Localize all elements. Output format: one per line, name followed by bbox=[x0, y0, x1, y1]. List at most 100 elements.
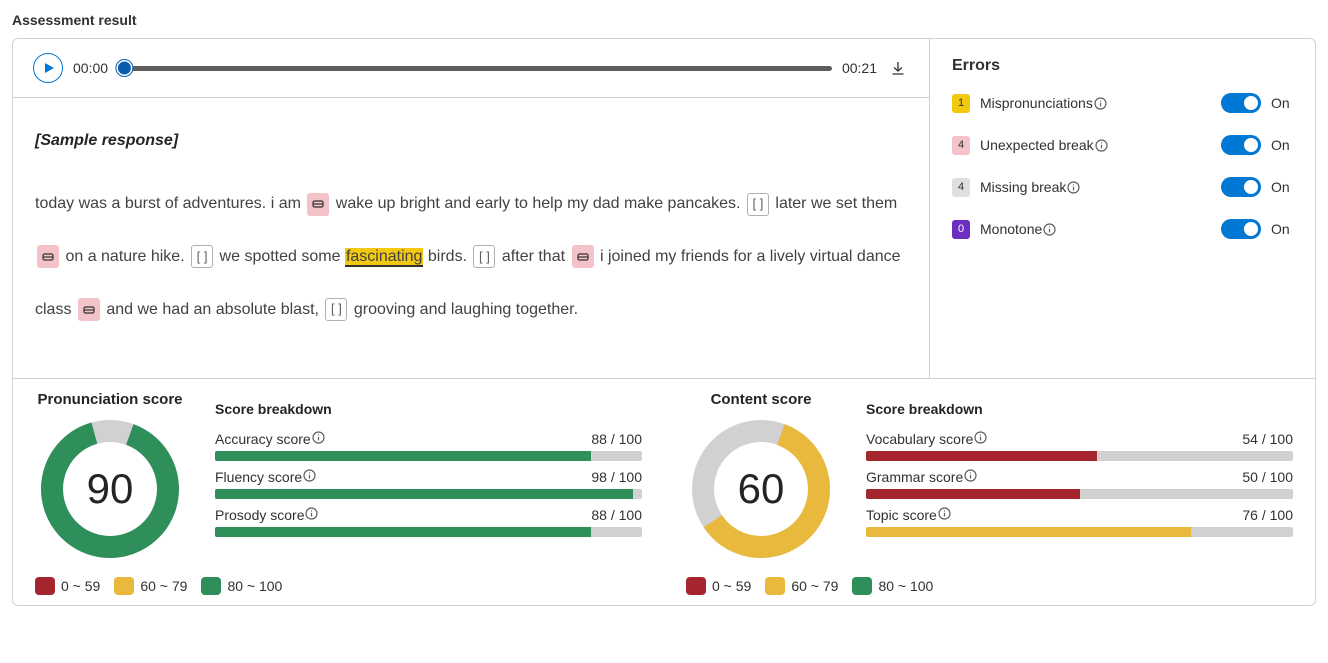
legend-swatch bbox=[852, 577, 872, 595]
bar-fill bbox=[215, 451, 591, 461]
info-icon[interactable] bbox=[1067, 181, 1080, 194]
break-icon bbox=[42, 251, 54, 263]
error-count-badge: 4 bbox=[952, 136, 970, 155]
info-icon[interactable] bbox=[305, 507, 318, 520]
legend-label: 60 ~ 79 bbox=[791, 578, 838, 594]
bar-track bbox=[866, 527, 1293, 537]
bar-fill bbox=[866, 489, 1080, 499]
info-icon[interactable] bbox=[974, 431, 987, 444]
info-icon[interactable] bbox=[312, 431, 325, 444]
bar-label: Vocabulary score bbox=[866, 431, 987, 447]
unexpected-break-marker[interactable] bbox=[78, 298, 100, 321]
play-button[interactable] bbox=[33, 53, 63, 83]
missing-break-marker[interactable]: [ ] bbox=[473, 245, 495, 268]
error-toggle[interactable] bbox=[1221, 219, 1261, 239]
donut-score-value: 90 bbox=[87, 465, 134, 512]
response-header: [Sample response] bbox=[35, 122, 907, 160]
legend-swatch bbox=[686, 577, 706, 595]
legend-label: 0 ~ 59 bbox=[712, 578, 751, 594]
bar-fill bbox=[215, 527, 591, 537]
error-label: Unexpected break bbox=[980, 137, 1094, 153]
error-toggle[interactable] bbox=[1221, 135, 1261, 155]
download-button[interactable] bbox=[887, 57, 909, 79]
toggle-state-label: On bbox=[1271, 221, 1293, 237]
audio-slider-thumb[interactable] bbox=[116, 60, 132, 76]
bar-fill bbox=[866, 527, 1191, 537]
error-count-badge: 0 bbox=[952, 220, 970, 239]
missing-break-marker[interactable]: [ ] bbox=[191, 245, 213, 268]
score-bar-row: Vocabulary score 54 / 100 bbox=[866, 431, 1293, 461]
play-icon bbox=[43, 62, 55, 74]
mispronounced-word[interactable]: fascinating bbox=[345, 248, 424, 267]
donut-score-value: 60 bbox=[738, 465, 785, 512]
bar-value: 54 / 100 bbox=[1242, 431, 1293, 447]
audio-current-time: 00:00 bbox=[73, 60, 108, 76]
response-area: [Sample response] today was a burst of a… bbox=[13, 98, 929, 378]
main-panel: 00:00 00:21 [Sample response] today was … bbox=[12, 38, 1316, 606]
bar-fill bbox=[215, 489, 633, 499]
legend-item: 0 ~ 59 bbox=[35, 577, 100, 595]
bar-value: 76 / 100 bbox=[1242, 507, 1293, 523]
break-icon bbox=[83, 304, 95, 316]
unexpected-break-marker[interactable] bbox=[572, 245, 594, 268]
error-row: 0 Monotone On bbox=[952, 219, 1293, 239]
score-bar-row: Fluency score 98 / 100 bbox=[215, 469, 642, 499]
info-icon[interactable] bbox=[1095, 139, 1108, 152]
bar-track bbox=[866, 451, 1293, 461]
legend-item: 60 ~ 79 bbox=[765, 577, 838, 595]
score-title: Pronunciation score bbox=[35, 391, 185, 408]
toggle-state-label: On bbox=[1271, 95, 1293, 111]
legend-item: 0 ~ 59 bbox=[686, 577, 751, 595]
audio-total-time: 00:21 bbox=[842, 60, 877, 76]
error-row: 1 Mispronunciations On bbox=[952, 93, 1293, 113]
error-row: 4Missing breakOn bbox=[952, 177, 1293, 197]
break-icon bbox=[577, 251, 589, 263]
legend-item: 60 ~ 79 bbox=[114, 577, 187, 595]
scores-section: Pronunciation score 90 Score breakdown Accu… bbox=[13, 378, 1315, 605]
toggle-state-label: On bbox=[1271, 137, 1293, 153]
error-row: 4 Unexpected break On bbox=[952, 135, 1293, 155]
bar-track bbox=[215, 527, 642, 537]
error-count-badge: 4 bbox=[952, 178, 970, 197]
error-toggle[interactable] bbox=[1221, 93, 1261, 113]
info-icon[interactable] bbox=[1094, 97, 1107, 110]
bar-value: 88 / 100 bbox=[591, 431, 642, 447]
legend-item: 80 ~ 100 bbox=[201, 577, 282, 595]
bar-label: Prosody score bbox=[215, 507, 318, 523]
score-bar-row: Prosody score 88 / 100 bbox=[215, 507, 642, 537]
error-toggle[interactable] bbox=[1221, 177, 1261, 197]
bar-track bbox=[866, 489, 1293, 499]
bar-label: Fluency score bbox=[215, 469, 316, 485]
bar-track bbox=[215, 489, 642, 499]
response-text: today was a burst of adventures. i am wa… bbox=[35, 178, 907, 336]
error-count-badge: 1 bbox=[952, 94, 970, 113]
legend-label: 80 ~ 100 bbox=[227, 578, 282, 594]
missing-break-marker[interactable]: [ ] bbox=[747, 193, 769, 216]
info-icon[interactable] bbox=[1043, 223, 1056, 236]
toggle-state-label: On bbox=[1271, 179, 1293, 195]
donut-chart: 90 bbox=[35, 414, 185, 564]
unexpected-break-marker[interactable] bbox=[37, 245, 59, 268]
score-bar-row: Grammar score50 / 100 bbox=[866, 469, 1293, 499]
error-label: Mispronunciations bbox=[980, 95, 1093, 111]
score-legend: 0 ~ 59 60 ~ 79 80 ~ 100 bbox=[35, 577, 642, 595]
unexpected-break-marker[interactable] bbox=[307, 193, 329, 216]
info-icon[interactable] bbox=[964, 469, 977, 482]
audio-slider[interactable] bbox=[118, 66, 832, 71]
legend-label: 80 ~ 100 bbox=[878, 578, 933, 594]
bar-value: 88 / 100 bbox=[591, 507, 642, 523]
breakdown-title: Score breakdown bbox=[215, 401, 642, 417]
bar-label: Grammar score bbox=[866, 469, 977, 485]
errors-panel: Errors 1MispronunciationsOn4Unexpected b… bbox=[930, 39, 1315, 378]
info-icon[interactable] bbox=[303, 469, 316, 482]
info-icon[interactable] bbox=[938, 507, 951, 520]
score-title: Content score bbox=[686, 391, 836, 408]
error-label: Monotone bbox=[980, 221, 1042, 237]
missing-break-marker[interactable]: [ ] bbox=[325, 298, 347, 321]
score-bar-row: Accuracy score88 / 100 bbox=[215, 431, 642, 461]
legend-label: 0 ~ 59 bbox=[61, 578, 100, 594]
legend-item: 80 ~ 100 bbox=[852, 577, 933, 595]
score-bar-row: Topic score76 / 100 bbox=[866, 507, 1293, 537]
legend-swatch bbox=[35, 577, 55, 595]
bar-value: 98 / 100 bbox=[591, 469, 642, 485]
